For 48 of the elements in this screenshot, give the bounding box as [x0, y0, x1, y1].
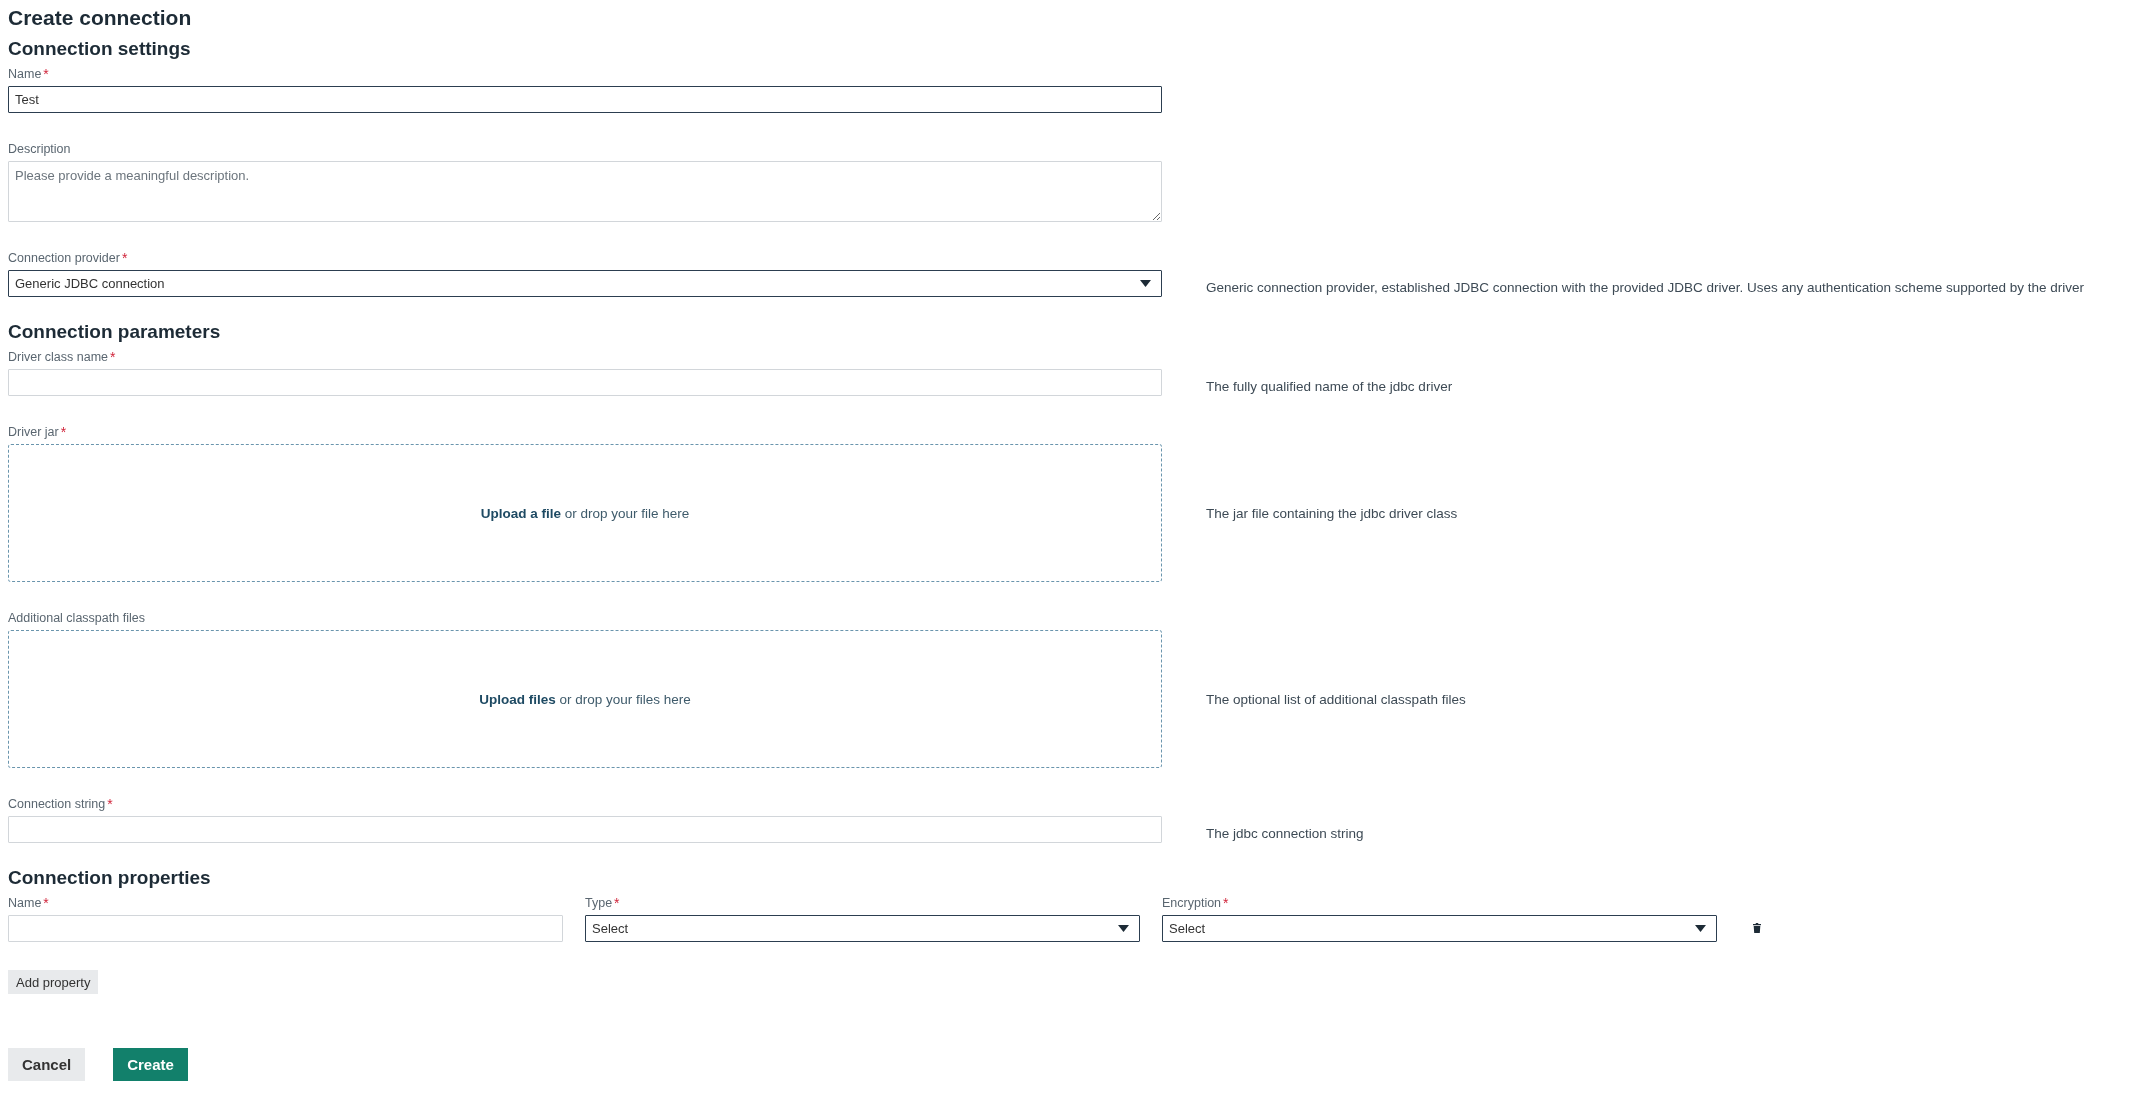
select-field[interactable]: Select [1162, 915, 1717, 942]
field-label: Encryption [1162, 895, 1222, 911]
caret-icon [1140, 280, 1151, 287]
help-text: The optional list of additional classpath files [1206, 691, 1466, 707]
help-text: The jar file containing the jdbc driver class [1206, 505, 1458, 521]
upload-link[interactable]: Upload a file [480, 505, 561, 521]
field-label: Description [8, 141, 71, 157]
required-mark: * [43, 895, 49, 911]
section-heading: Connection properties [8, 867, 212, 889]
field-label: Driver jar [8, 424, 59, 440]
required-mark: * [107, 796, 113, 812]
text-field[interactable] [8, 915, 563, 942]
text-field[interactable] [8, 369, 1162, 396]
help-text: Generic connection provider, established JDBC connection with the provided JDBC driver. Uses any authentication scheme supported by the driver [1206, 280, 2084, 295]
select-field[interactable]: Generic JDBC connection [8, 270, 1162, 297]
delete-icon[interactable] [1753, 923, 1761, 933]
section-heading: Connection settings [8, 38, 192, 60]
required-mark: * [60, 424, 67, 440]
field-label: Driver class name [8, 349, 109, 365]
description-field[interactable]: Please provide a meaningful description. [8, 161, 1162, 222]
text-field[interactable]: Test [8, 86, 1162, 113]
action-button[interactable]: Create [113, 1048, 188, 1081]
field-label: Name [8, 895, 42, 911]
drop-zone[interactable]: Upload a file or drop your file here [8, 444, 1162, 582]
caret-icon [1118, 925, 1129, 932]
required-mark: * [121, 250, 128, 266]
required-mark: * [1223, 895, 1229, 911]
field-label: Connection provider [8, 250, 120, 266]
upload-hint: Upload files or drop your files here [479, 691, 691, 707]
action-button[interactable]: Cancel [8, 1048, 86, 1081]
help-text: The fully qualified name of the jdbc driver [1206, 379, 1453, 394]
select-field[interactable]: Select [585, 915, 1140, 942]
section-heading: Connection parameters [8, 321, 222, 343]
field-label: Connection string [8, 796, 106, 812]
caret-icon [1695, 925, 1706, 932]
required-mark: * [110, 349, 116, 365]
add-property-button[interactable]: Add property [8, 970, 99, 994]
required-mark: * [43, 66, 49, 82]
upload-hint: Upload a file or drop your file here [480, 505, 690, 521]
field-label: Type [585, 895, 613, 911]
help-text: The jdbc connection string [1206, 826, 1364, 841]
upload-link[interactable]: Upload files [479, 691, 556, 707]
drop-zone[interactable]: Upload files or drop your files here [8, 630, 1162, 768]
text-field[interactable] [8, 816, 1162, 843]
field-label: Additional classpath files [8, 610, 145, 626]
page-title: Create connection [8, 6, 193, 30]
field-label: Name [8, 66, 42, 82]
required-mark: * [614, 895, 620, 911]
